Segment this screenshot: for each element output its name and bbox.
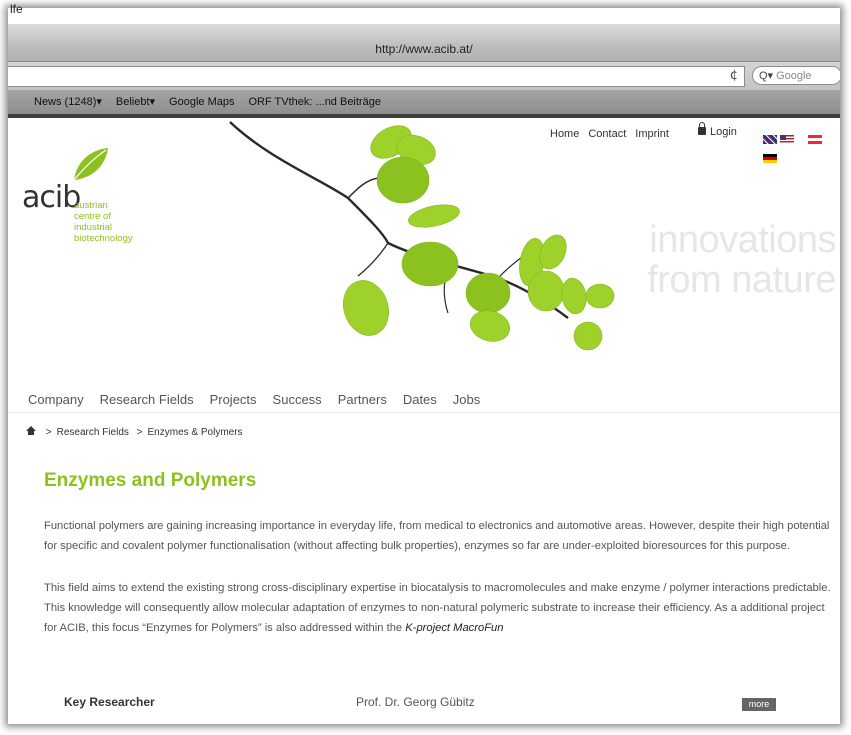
more-button[interactable]: more <box>742 698 776 711</box>
logo-sub-line: centre of <box>74 211 111 222</box>
key-researcher-name: Prof. Dr. Georg Gübitz <box>356 695 475 709</box>
logo-wordmark[interactable]: acib <box>22 180 81 215</box>
leaf-branch-image <box>229 121 615 351</box>
window-title: http://www.acib.at/ <box>375 42 473 56</box>
bookmark-beliebt[interactable]: Beliebt▾ <box>116 90 155 114</box>
nav-success[interactable]: Success <box>273 392 322 407</box>
breadcrumb-separator: > <box>45 427 52 438</box>
breadcrumb-separator: > <box>136 427 143 438</box>
intro-paragraph: Functional polymers are gaining increasi… <box>44 520 830 552</box>
top-links: Home Contact Imprint <box>550 128 678 140</box>
title-bar: http://www.acib.at/ <box>8 24 840 62</box>
nav-projects[interactable]: Projects <box>210 392 257 407</box>
reload-icon[interactable]: ¢ <box>730 68 738 83</box>
leaf-logo-icon <box>73 148 108 181</box>
address-toolbar: ¢ Q▾ Google <box>8 62 840 90</box>
nav-research-fields[interactable]: Research Fields <box>100 392 194 407</box>
search-placeholder: Google <box>776 70 812 82</box>
contact-link[interactable]: Contact <box>588 128 626 140</box>
tagline-line: from nature <box>647 259 836 301</box>
tagline: innovations from nature <box>620 220 836 300</box>
nav-partners[interactable]: Partners <box>338 392 387 407</box>
uk-flag-icon[interactable] <box>763 135 777 144</box>
austria-flag-icon[interactable] <box>808 135 823 144</box>
breadcrumb-enzymes-polymers[interactable]: Enzymes & Polymers <box>148 427 243 438</box>
breadcrumb-research-fields[interactable]: Research Fields <box>57 427 129 438</box>
logo-subtitle: austrian centre of industrial biotechnol… <box>74 200 154 244</box>
us-flag-icon[interactable] <box>780 135 794 144</box>
key-researcher-label: Key Researcher <box>64 695 155 709</box>
macrofun-link[interactable]: K-project MacroFun <box>405 622 503 634</box>
home-link[interactable]: Home <box>550 128 579 140</box>
search-icon: Q▾ <box>759 70 774 82</box>
url-field[interactable]: ¢ <box>8 66 745 87</box>
nav-divider <box>8 412 840 413</box>
main-nav: Company Research Fields Projects Success Par… <box>28 392 496 407</box>
germany-flag-icon[interactable] <box>763 154 777 163</box>
home-icon[interactable] <box>26 426 36 435</box>
login-label: Login <box>710 126 737 138</box>
nav-dates[interactable]: Dates <box>403 392 437 407</box>
bookmark-google-maps[interactable]: Google Maps <box>169 90 234 114</box>
web-page: acib austrian centre of industrial biote… <box>8 118 840 724</box>
lock-icon <box>698 122 706 135</box>
logo-sub-line: austrian <box>74 200 108 211</box>
logo-sub-line: industrial <box>74 222 113 233</box>
nav-jobs[interactable]: Jobs <box>453 392 480 407</box>
window-label: lfe <box>10 2 23 16</box>
bookmark-orf-tvthek[interactable]: ORF TVthek: ...nd Beiträge <box>248 90 380 114</box>
tagline-line: innovations <box>649 219 836 261</box>
nav-company[interactable]: Company <box>28 392 84 407</box>
browser-window: http://www.acib.at/ ¢ Q▾ Google News (124… <box>8 8 840 724</box>
breadcrumb: > Research Fields > Enzymes & Polymers <box>26 426 243 438</box>
bookmark-news[interactable]: News (1248)▾ <box>34 90 102 114</box>
imprint-link[interactable]: Imprint <box>635 128 669 140</box>
logo-sub-line: biotechnology <box>74 233 133 244</box>
language-flags <box>763 129 840 167</box>
page-title: Enzymes and Polymers <box>44 470 257 491</box>
search-input[interactable]: Q▾ Google <box>752 66 840 85</box>
bookmarks-bar: News (1248)▾ Beliebt▾ Google Maps ORF TVthe… <box>8 90 840 118</box>
detail-paragraph: This field aims to extend the existing s… <box>44 578 834 638</box>
login-link[interactable]: Login <box>698 122 737 138</box>
